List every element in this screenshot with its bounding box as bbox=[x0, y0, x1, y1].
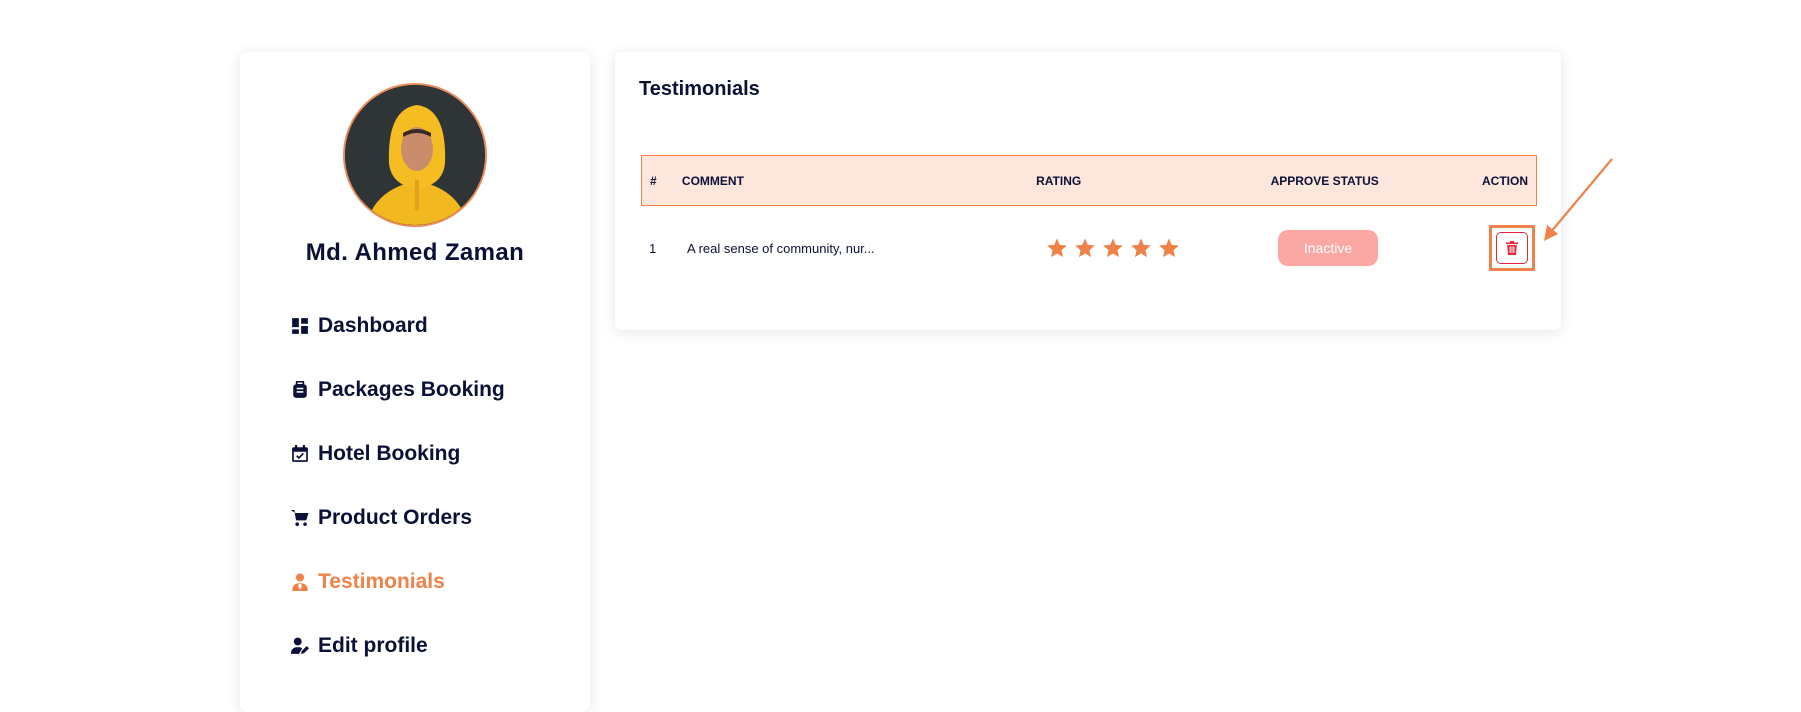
delete-button[interactable] bbox=[1496, 232, 1528, 264]
profile-sidebar: Md. Ahmed Zaman Dashboard Packages Booki… bbox=[240, 52, 590, 712]
sidebar-item-packages-booking[interactable]: Packages Booking bbox=[290, 358, 570, 422]
status-badge: Inactive bbox=[1278, 230, 1378, 266]
table-row: 1 A real sense of community, nur... Inac… bbox=[641, 206, 1537, 290]
column-header-approve-status: APPROVE STATUS bbox=[1270, 173, 1379, 188]
avatar bbox=[343, 83, 487, 227]
column-header-number: # bbox=[650, 173, 657, 188]
trash-icon bbox=[1506, 241, 1518, 255]
sidebar-item-label: Packages Booking bbox=[318, 378, 505, 401]
sidebar-item-testimonials[interactable]: Testimonials bbox=[290, 550, 570, 614]
star-icon bbox=[1046, 237, 1068, 259]
luggage-icon bbox=[290, 380, 310, 400]
row-status: Inactive bbox=[1271, 230, 1461, 266]
column-header-comment: COMMENT bbox=[681, 173, 744, 188]
profile-name: Md. Ahmed Zaman bbox=[305, 239, 525, 266]
star-icon bbox=[1158, 237, 1180, 259]
testimonials-table: # COMMENT RATING APPROVE STATUS ACTION 1… bbox=[641, 155, 1537, 290]
sidebar-item-label: Product Orders bbox=[318, 506, 473, 529]
cart-icon bbox=[290, 508, 310, 528]
sidebar-item-label: Edit profile bbox=[318, 634, 428, 657]
star-icon bbox=[1130, 237, 1152, 259]
star-icon bbox=[1102, 237, 1124, 259]
user-edit-icon bbox=[290, 636, 310, 656]
sidebar-item-label: Testimonials bbox=[318, 570, 445, 593]
star-icon bbox=[1074, 237, 1096, 259]
user-tie-icon bbox=[290, 572, 310, 592]
sidebar-item-dashboard[interactable]: Dashboard bbox=[290, 294, 570, 358]
testimonials-panel: Testimonials # COMMENT RATING APPROVE ST… bbox=[615, 52, 1561, 330]
delete-button-highlight bbox=[1489, 225, 1535, 271]
annotation-arrow-icon bbox=[1544, 158, 1613, 241]
column-header-rating: RATING bbox=[1036, 173, 1082, 188]
row-number: 1 bbox=[649, 240, 657, 256]
avatar-image bbox=[345, 85, 485, 225]
calendar-check-icon bbox=[290, 444, 310, 464]
row-comment: A real sense of community, nur... bbox=[687, 240, 875, 256]
sidebar-item-product-orders[interactable]: Product Orders bbox=[290, 486, 570, 550]
row-action bbox=[1461, 225, 1537, 271]
sidebar-item-label: Hotel Booking bbox=[318, 442, 461, 465]
page-title: Testimonials bbox=[639, 78, 760, 100]
row-rating bbox=[1036, 237, 1271, 259]
sidebar-nav: Dashboard Packages Booking Hotel Booking… bbox=[290, 294, 570, 678]
sidebar-item-edit-profile[interactable]: Edit profile bbox=[290, 614, 570, 678]
column-header-action: ACTION bbox=[1481, 173, 1528, 188]
table-header: # COMMENT RATING APPROVE STATUS ACTION bbox=[641, 155, 1537, 206]
sidebar-item-hotel-booking[interactable]: Hotel Booking bbox=[290, 422, 570, 486]
dashboard-icon bbox=[290, 316, 310, 336]
sidebar-item-label: Dashboard bbox=[318, 314, 428, 337]
